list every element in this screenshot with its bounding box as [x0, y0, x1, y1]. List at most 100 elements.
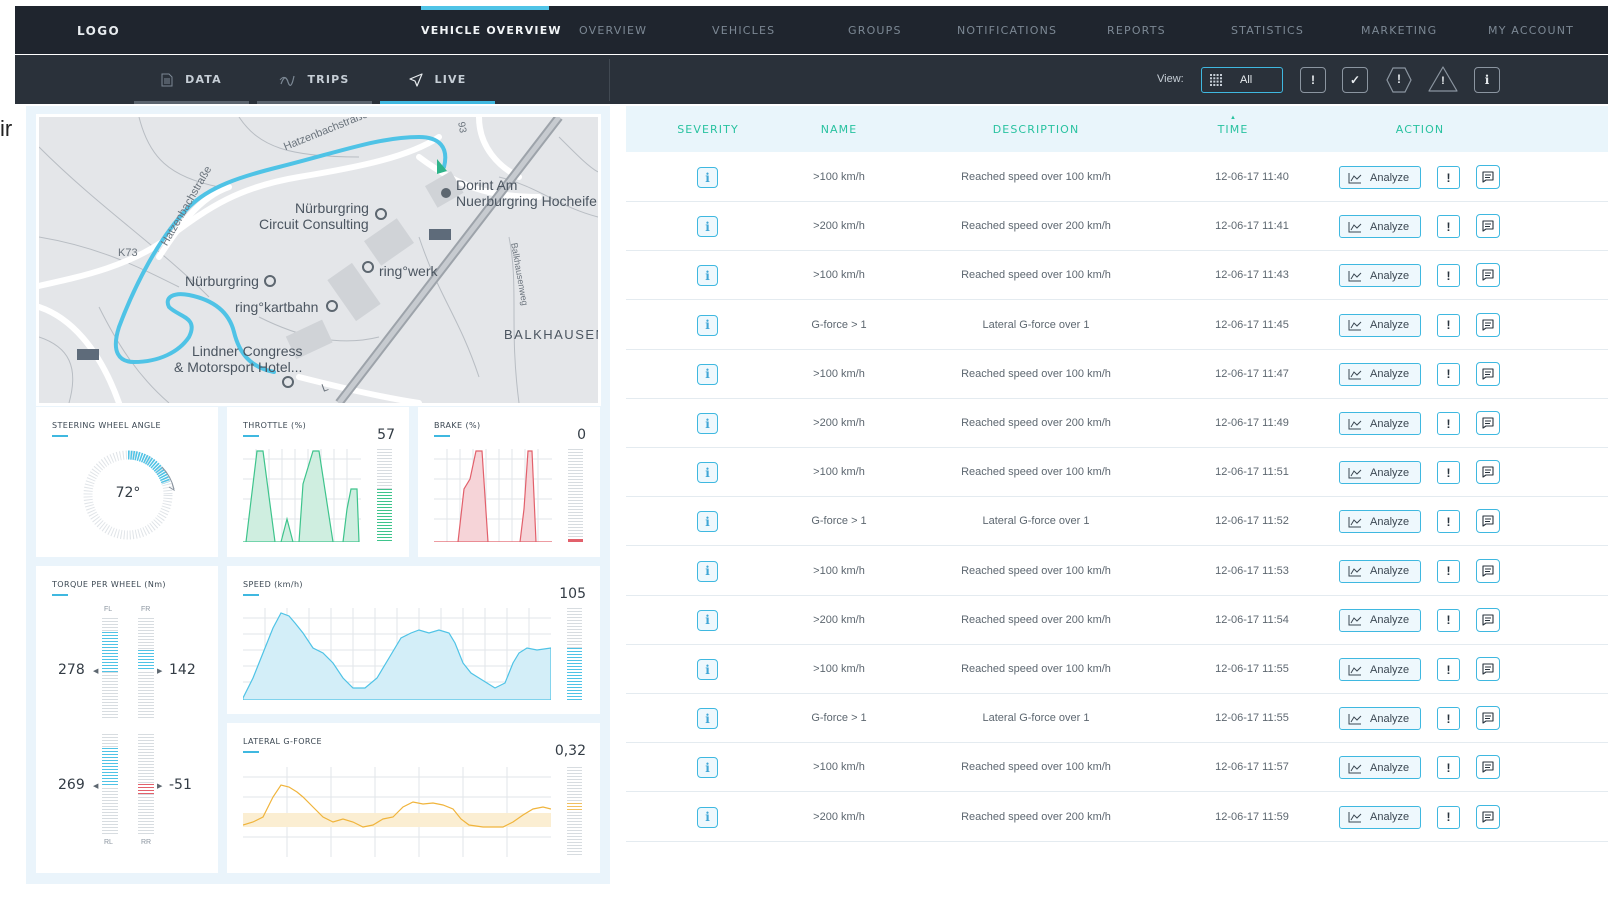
brake-chart	[434, 449, 552, 542]
filter-octagon-button[interactable]: !	[1384, 65, 1414, 95]
nav-item-reports[interactable]: REPORTS	[1107, 24, 1166, 37]
event-time: 12-06-17 11:45	[1215, 318, 1289, 331]
severity-info-icon[interactable]: i	[697, 511, 718, 533]
event-name: >100 km/h	[813, 761, 865, 774]
alert-button[interactable]: !	[1437, 215, 1460, 239]
severity-info-icon[interactable]: i	[697, 363, 718, 385]
nav-item-marketing[interactable]: MARKETING	[1361, 24, 1437, 37]
analyze-button[interactable]: Analyze	[1339, 264, 1421, 288]
comment-icon	[1482, 171, 1494, 183]
filter-warning-button[interactable]: !	[1427, 64, 1459, 94]
logo[interactable]: LOGO	[77, 24, 120, 38]
column-header-time[interactable]: TIME	[1218, 123, 1249, 136]
column-header-name[interactable]: NAME	[821, 123, 858, 136]
comment-button[interactable]	[1476, 214, 1500, 239]
comment-button[interactable]	[1476, 165, 1500, 189]
comment-button[interactable]	[1476, 263, 1500, 288]
nav-item-groups[interactable]: GROUPS	[848, 24, 902, 37]
event-description: Lateral G-force over 1	[982, 515, 1090, 528]
analyze-button[interactable]: Analyze	[1339, 362, 1421, 386]
document-icon	[161, 73, 173, 86]
navigation-arrow-icon	[408, 72, 423, 87]
analyze-button[interactable]: Analyze	[1339, 805, 1421, 829]
filter-alert-button[interactable]: !	[1300, 67, 1326, 93]
alert-button[interactable]: !	[1437, 461, 1460, 485]
comment-icon	[1482, 761, 1494, 773]
analyze-button[interactable]: Analyze	[1339, 658, 1421, 681]
alert-button[interactable]: !	[1437, 658, 1460, 681]
alert-button[interactable]: !	[1437, 362, 1460, 386]
alert-button[interactable]: !	[1437, 707, 1460, 731]
comment-icon	[1482, 417, 1494, 429]
severity-info-icon[interactable]: i	[697, 265, 718, 287]
severity-info-icon[interactable]: i	[697, 659, 718, 680]
tab-data[interactable]: DATA	[134, 55, 249, 104]
alert-button[interactable]: !	[1437, 313, 1460, 337]
severity-info-icon[interactable]: i	[697, 609, 718, 631]
severity-info-icon[interactable]: i	[697, 757, 718, 779]
tab-live[interactable]: LIVE	[380, 55, 495, 104]
comment-button[interactable]	[1476, 706, 1500, 731]
filter-check-button[interactable]: ✓	[1342, 67, 1368, 93]
severity-info-icon[interactable]: i	[697, 560, 718, 582]
analyze-button[interactable]: Analyze	[1339, 313, 1421, 337]
comment-button[interactable]	[1476, 607, 1500, 632]
torque-title-underline	[52, 594, 68, 596]
table-row: i >100 km/h Reached speed over 100 km/h …	[626, 251, 1608, 301]
analyze-button[interactable]: Analyze	[1339, 166, 1421, 189]
comment-button[interactable]	[1476, 558, 1500, 583]
severity-info-icon[interactable]: i	[697, 708, 718, 730]
nav-item-vehicles[interactable]: VEHICLES	[712, 24, 775, 37]
column-header-severity[interactable]: SEVERITY	[677, 123, 739, 136]
analyze-button[interactable]: Analyze	[1339, 215, 1421, 239]
analyze-button[interactable]: Analyze	[1339, 461, 1421, 485]
event-time: 12-06-17 11:53	[1215, 564, 1289, 577]
comment-button[interactable]	[1476, 657, 1500, 681]
map-label-circuit-1: Nürburgring	[295, 200, 369, 216]
analyze-button[interactable]: Analyze	[1339, 608, 1421, 632]
tab-trips[interactable]: TRIPS	[257, 55, 372, 104]
alert-button[interactable]: !	[1437, 510, 1460, 534]
comment-button[interactable]	[1476, 509, 1500, 534]
alert-button[interactable]: !	[1437, 805, 1460, 829]
severity-info-icon[interactable]: i	[697, 806, 718, 828]
comment-button[interactable]	[1476, 755, 1500, 780]
alert-button[interactable]: !	[1437, 412, 1460, 435]
column-header-action[interactable]: ACTION	[1396, 123, 1444, 136]
alert-button[interactable]: !	[1437, 559, 1460, 583]
event-description: Reached speed over 100 km/h	[961, 761, 1111, 774]
analyze-button[interactable]: Analyze	[1339, 412, 1421, 435]
column-header-description[interactable]: DESCRIPTION	[993, 123, 1080, 136]
severity-info-icon[interactable]: i	[697, 216, 718, 238]
alert-button[interactable]: !	[1437, 166, 1460, 189]
severity-info-icon[interactable]: i	[697, 413, 718, 434]
analyze-button[interactable]: Analyze	[1339, 510, 1421, 534]
nav-item-statistics[interactable]: STATISTICS	[1231, 24, 1304, 37]
filter-info-button[interactable]: i	[1474, 67, 1500, 93]
analyze-button[interactable]: Analyze	[1339, 707, 1421, 731]
severity-info-icon[interactable]: i	[697, 167, 718, 188]
analyze-button[interactable]: Analyze	[1339, 559, 1421, 583]
comment-button[interactable]	[1476, 460, 1500, 485]
map[interactable]: Hatzenbachstraße Hatzenbachstraße Dorint…	[36, 114, 601, 406]
alert-button[interactable]: !	[1437, 756, 1460, 780]
lateral-level-fill	[567, 803, 582, 811]
severity-info-icon[interactable]: i	[697, 462, 718, 484]
nav-item-my-account[interactable]: MY ACCOUNT	[1488, 24, 1574, 37]
comment-button[interactable]	[1476, 361, 1500, 386]
severity-info-icon[interactable]: i	[697, 314, 718, 336]
alert-button[interactable]: !	[1437, 264, 1460, 288]
sort-asc-icon[interactable]: ▲	[1230, 115, 1236, 121]
comment-button[interactable]	[1476, 804, 1500, 829]
nav-item-notifications[interactable]: NOTIFICATIONS	[957, 24, 1057, 37]
analyze-button[interactable]: Analyze	[1339, 756, 1421, 780]
nav-item-vehicle-overview[interactable]: VEHICLE OVERVIEW	[421, 24, 562, 37]
view-select[interactable]: All	[1201, 67, 1283, 93]
nav-item-overview[interactable]: OVERVIEW	[579, 24, 647, 37]
comment-button[interactable]	[1476, 411, 1500, 435]
alert-button[interactable]: !	[1437, 608, 1460, 632]
map-label-dorint-2: Nuerburgring Hocheife	[456, 193, 597, 209]
comment-button[interactable]	[1476, 312, 1500, 337]
map-label-k73: K73	[118, 247, 138, 259]
speed-title-underline	[243, 594, 259, 596]
